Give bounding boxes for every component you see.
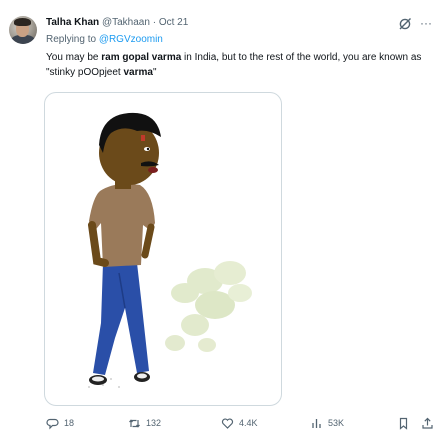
cartoon-illustration	[88, 112, 252, 388]
replying-prefix: Replying to	[46, 34, 99, 45]
reply-mention-link[interactable]: @RGVzoomin	[99, 34, 163, 45]
like-count: 4.4K	[239, 418, 258, 428]
separator-dot: ·	[152, 17, 157, 28]
reply-count: 18	[64, 418, 75, 428]
views-icon	[312, 418, 321, 428]
tweet-media-image[interactable]	[44, 92, 282, 406]
like-icon	[221, 417, 234, 429]
reply-icon	[46, 418, 59, 429]
bookmark-button[interactable]	[397, 415, 415, 431]
share-button[interactable]	[421, 415, 439, 431]
tweet-header: Talha Khan @Takhaan · Oct 21	[46, 16, 188, 30]
like-button[interactable]: 4.4K	[221, 415, 258, 431]
tweet-date[interactable]: Oct 21	[159, 17, 188, 28]
view-count: 53K	[328, 418, 345, 428]
tweet-actions: 18 132 4.4K 53K	[46, 415, 434, 431]
tweet: Talha Khan @Takhaan · Oct 21 ··· Replyin…	[0, 0, 441, 442]
tweet-text-bold: ram gopal varma	[101, 52, 182, 63]
bookmark-icon	[399, 417, 408, 430]
smell-cloud	[165, 261, 252, 352]
repost-button[interactable]: 132	[128, 415, 161, 431]
tweet-text: You may be ram gopal varma in India, but…	[46, 50, 432, 80]
tweet-text-part: "	[152, 67, 157, 78]
more-icon[interactable]: ···	[420, 17, 434, 30]
avatar[interactable]	[9, 16, 37, 44]
grok-icon[interactable]	[398, 17, 412, 31]
repost-icon	[129, 418, 140, 428]
repost-count: 132	[146, 418, 162, 428]
replying-to: Replying to @RGVzoomin	[46, 33, 163, 47]
reply-button[interactable]: 18	[46, 415, 74, 431]
views-button[interactable]: 53K	[310, 415, 344, 431]
share-icon	[422, 417, 433, 429]
author-name[interactable]: Talha Khan	[46, 17, 99, 28]
tweet-text-bold: varma	[123, 67, 153, 78]
author-handle[interactable]: @Takhaan	[102, 17, 150, 28]
tweet-text-part: You may be	[46, 52, 102, 63]
